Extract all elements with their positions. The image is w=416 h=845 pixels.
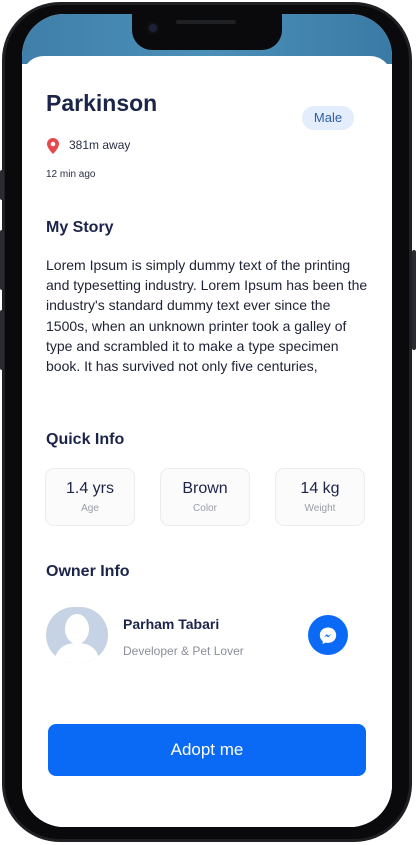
phone-notch (132, 14, 282, 50)
app-screen: Parkinson Male 381m away 12 min ago My S… (22, 14, 392, 827)
owner-role: Developer & Pet Lover (123, 644, 244, 658)
info-value: 1.4 yrs (65, 480, 114, 497)
owner-avatar (46, 607, 108, 663)
owner-name: Parham Tabari (123, 616, 220, 632)
volume-up-button (0, 230, 4, 290)
posted-time: 12 min ago (46, 169, 96, 180)
info-value: Brown (182, 480, 228, 497)
info-value: 14 kg (300, 480, 340, 497)
story-heading: My Story (46, 219, 114, 236)
front-camera (149, 24, 157, 32)
info-label: Age (81, 503, 99, 514)
adopt-button[interactable]: Adopt me (48, 724, 366, 776)
mute-switch (0, 170, 4, 200)
owner-info-heading: Owner Info (46, 563, 130, 580)
volume-down-button (0, 310, 4, 370)
location-pin-icon (47, 138, 59, 154)
info-label: Color (193, 503, 217, 514)
messenger-icon (319, 627, 337, 645)
info-card-age: 1.4 yrs Age (45, 468, 135, 526)
story-text: Lorem Ipsum is simply dummy text of the … (46, 257, 368, 375)
quick-info-heading: Quick Info (46, 431, 125, 448)
speaker-grill (176, 20, 236, 24)
info-card-color: Brown Color (160, 468, 250, 526)
info-card-weight: 14 kg Weight (275, 468, 365, 526)
user-silhouette-icon (54, 614, 100, 663)
message-owner-button[interactable] (308, 615, 348, 655)
pet-name: Parkinson (46, 90, 158, 116)
power-button (412, 250, 416, 350)
info-label: Weight (304, 503, 336, 514)
gender-badge: Male (302, 106, 354, 130)
distance-text: 381m away (69, 138, 131, 152)
